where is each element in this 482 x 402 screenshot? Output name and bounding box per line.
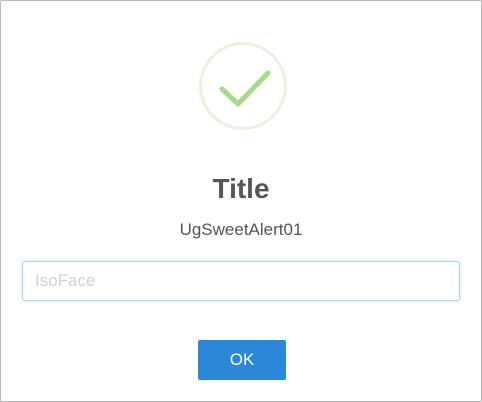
sweet-alert-dialog: Title UgSweetAlert01 OK (0, 0, 482, 402)
checkmark-icon (219, 70, 271, 107)
dialog-text: UgSweetAlert01 (179, 220, 303, 239)
ok-button[interactable]: OK (198, 340, 286, 380)
dialog-title: Title (212, 173, 270, 204)
success-check-icon (199, 42, 287, 130)
prompt-input[interactable] (22, 261, 460, 301)
